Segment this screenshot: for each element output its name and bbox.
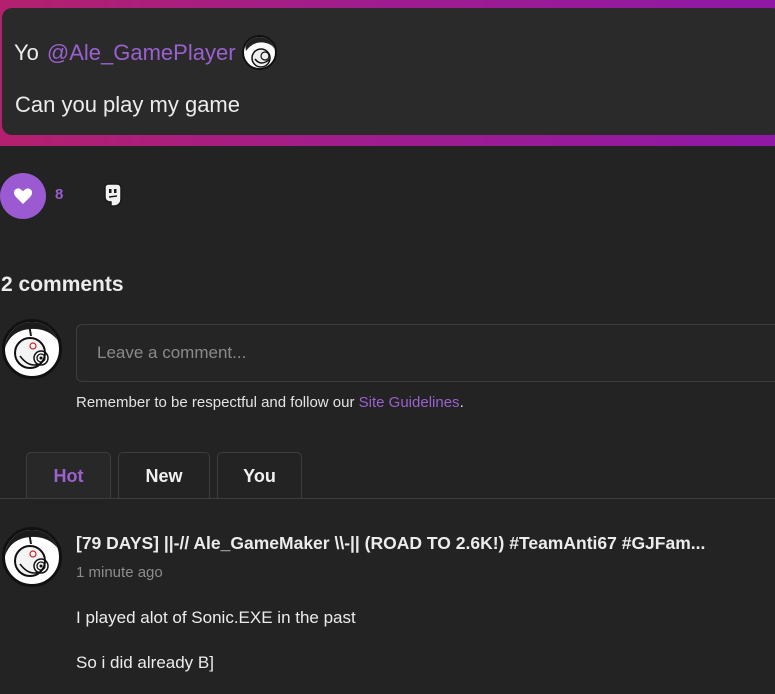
- guidelines-text: Remember to be respectful and follow our: [76, 394, 359, 411]
- like-button[interactable]: [0, 173, 46, 219]
- heart-icon: [13, 188, 33, 204]
- comment-author-name[interactable]: [79 DAYS] ||-// Ale_GameMaker \\-|| (ROA…: [76, 533, 775, 554]
- current-user-avatar[interactable]: [2, 319, 62, 379]
- post-body: Can you play my game: [15, 92, 240, 117]
- avatar-art-icon: [5, 530, 59, 577]
- ghost-icon[interactable]: [102, 183, 124, 207]
- user-mention-link[interactable]: @Ale_GamePlayer: [47, 38, 236, 68]
- comments-heading: 2 comments: [1, 273, 124, 296]
- comment-body-paragraph: So i did already B]: [76, 653, 214, 672]
- post-greeting: Yo: [14, 39, 39, 65]
- guidelines-suffix: .: [459, 394, 464, 411]
- comment-body-paragraph: I played alot of Sonic.EXE in the past: [76, 608, 356, 627]
- tab-you[interactable]: You: [217, 452, 302, 499]
- avatar-art-icon: [5, 322, 59, 369]
- avatar-art-icon: [243, 37, 275, 68]
- post-card: Yo @Ale_GamePlayer Can you play my game: [2, 8, 775, 135]
- tab-new[interactable]: New: [118, 452, 210, 499]
- tab-hot[interactable]: Hot: [26, 452, 111, 499]
- post-text-line: Yo @Ale_GamePlayer: [14, 35, 277, 70]
- tab-divider: [0, 498, 775, 499]
- comment-timestamp[interactable]: 1 minute ago: [76, 564, 163, 581]
- mention-avatar[interactable]: [241, 35, 277, 70]
- like-count: 8: [55, 186, 64, 203]
- site-guidelines-link[interactable]: Site Guidelines: [359, 394, 460, 411]
- guidelines-notice: Remember to be respectful and follow our…: [76, 394, 464, 411]
- comment-input[interactable]: [76, 324, 775, 382]
- comment-author-avatar[interactable]: [2, 527, 62, 587]
